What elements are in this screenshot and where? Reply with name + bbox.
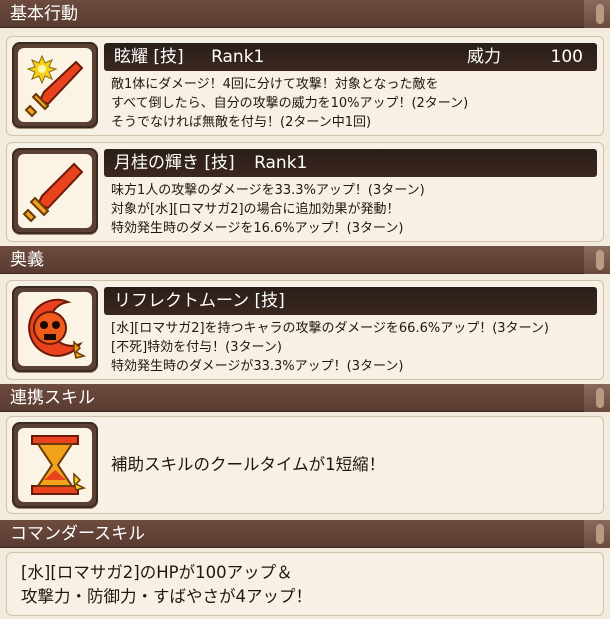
skill-rank: Rank1 bbox=[211, 47, 265, 67]
description-line: 特効発生時のダメージが33.3%アップ！(3ターン) bbox=[111, 359, 404, 374]
commander-description: [水][ロマサガ2]のHPが100アップ＆ 攻撃力・防御力・すばやさが4アップ！ bbox=[21, 561, 312, 609]
section-header-ougi: 奥義 bbox=[0, 246, 610, 274]
skill-card-2[interactable]: 月桂の輝き [技] Rank1 味方1人の攻撃のダメージを33.3%アップ！(3… bbox=[6, 142, 604, 242]
skill-rank: Rank1 bbox=[254, 153, 308, 173]
description-line: 攻撃力・防御力・すばやさが4アップ！ bbox=[21, 587, 312, 606]
section-header-commander: コマンダースキル bbox=[0, 520, 610, 548]
skill-icon-frame bbox=[12, 422, 98, 508]
skull-moon-icon bbox=[28, 298, 87, 359]
skill-description: 味方1人の攻撃のダメージを33.3%アップ！(3ターン) 対象が[水][ロマサガ… bbox=[111, 181, 595, 238]
description-line: すべて倒したら、自分の攻撃の威力を10%アップ！(2ターン) bbox=[111, 96, 469, 111]
section-title-basic: 基本行動 bbox=[10, 4, 78, 24]
skill-icon-frame bbox=[12, 148, 98, 234]
skill-description: [水][ロマサガ2]を持つキャラの攻撃のダメージを66.6%アップ！(3ターン)… bbox=[111, 319, 595, 376]
header-cap-decoration bbox=[584, 384, 610, 412]
header-cap-decoration bbox=[584, 520, 610, 548]
ougi-card[interactable]: リフレクトムーン [技] [水][ロマサガ2]を持つキャラの攻撃のダメージを66… bbox=[6, 280, 604, 380]
section-title-commander: コマンダースキル bbox=[10, 524, 146, 544]
skill-name: リフレクトムーン [技] bbox=[114, 291, 285, 311]
description-line: [不死]特効を付与！(3ターン) bbox=[111, 340, 282, 355]
description-line: 特効発生時のダメージを16.6%アップ！(3ターン) bbox=[111, 221, 404, 236]
power-label: 威力 bbox=[467, 47, 501, 67]
skill-name: 月桂の輝き [技] bbox=[114, 153, 235, 173]
power-value: 100 bbox=[550, 47, 583, 67]
skill-description: 補助スキルのクールタイムが1短縮！ bbox=[111, 453, 595, 477]
sword-icon bbox=[22, 162, 84, 223]
sword-burst-icon bbox=[24, 54, 84, 118]
description-line: 対象が[水][ロマサガ2]の場合に追加効果が発動！ bbox=[111, 202, 400, 217]
section-title-ougi: 奥義 bbox=[10, 250, 44, 270]
skill-title-bar: リフレクトムーン [技] bbox=[104, 287, 597, 315]
skill-title-bar: 眩耀 [技] Rank1 威力 100 bbox=[104, 43, 597, 71]
skill-description: 敵1体にダメージ！4回に分けて攻撃！対象となった敵を すべて倒したら、自分の攻撃… bbox=[111, 75, 595, 132]
commander-card[interactable]: [水][ロマサガ2]のHPが100アップ＆ 攻撃力・防御力・すばやさが4アップ！ bbox=[6, 552, 604, 616]
hourglass-icon bbox=[31, 435, 87, 495]
skill-card-1[interactable]: 眩耀 [技] Rank1 威力 100 敵1体にダメージ！4回に分けて攻撃！対象… bbox=[6, 36, 604, 136]
description-line: 敵1体にダメージ！4回に分けて攻撃！対象となった敵を bbox=[111, 77, 439, 92]
skill-icon-frame bbox=[12, 286, 98, 372]
description-line: 補助スキルのクールタイムが1短縮！ bbox=[111, 455, 386, 474]
header-cap-decoration bbox=[584, 0, 610, 28]
section-header-basic: 基本行動 bbox=[0, 0, 610, 28]
skill-name: 眩耀 [技] bbox=[114, 47, 184, 67]
description-line: そうでなければ無敵を付与！(2ターン中1回) bbox=[111, 115, 372, 130]
renkei-card[interactable]: 補助スキルのクールタイムが1短縮！ bbox=[6, 416, 604, 514]
section-header-renkei: 連携スキル bbox=[0, 384, 610, 412]
description-line: [水][ロマサガ2]を持つキャラの攻撃のダメージを66.6%アップ！(3ターン) bbox=[111, 321, 549, 336]
description-line: [水][ロマサガ2]のHPが100アップ＆ bbox=[21, 563, 293, 582]
skill-icon-frame bbox=[12, 42, 98, 128]
header-cap-decoration bbox=[584, 246, 610, 274]
description-line: 味方1人の攻撃のダメージを33.3%アップ！(3ターン) bbox=[111, 183, 425, 198]
skill-title-bar: 月桂の輝き [技] Rank1 bbox=[104, 149, 597, 177]
section-title-renkei: 連携スキル bbox=[10, 388, 95, 408]
